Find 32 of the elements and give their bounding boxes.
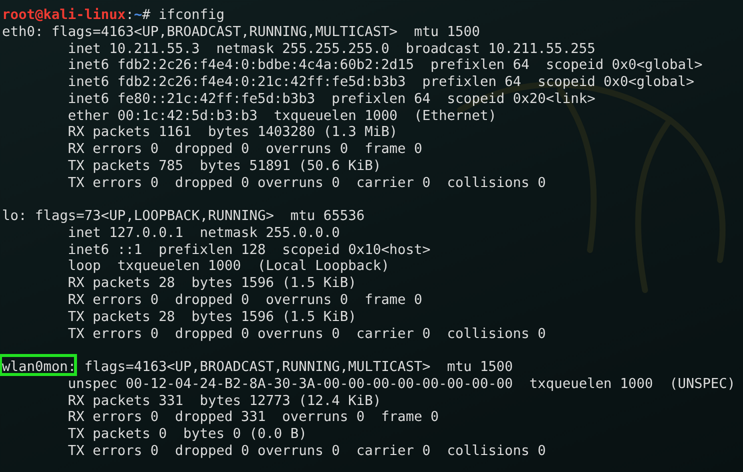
prompt-separator: : — [126, 7, 134, 23]
output-line: TX errors 0 dropped 0 overruns 0 carrier 0 collisions 0 — [66, 326, 547, 342]
interface-flags: flags=4163<UP,BROADCAST,RUNNING,MULTICAST> mtu 1500 — [84, 359, 513, 376]
output-line: unspec 00-12-04-24-B2-8A-30-3A-00-00-00-00-00-00-00-00 txqueuelen 1000 (UNSPEC) — [66, 376, 736, 393]
interface-name: wlan0mon: — [2, 359, 76, 376]
output-line: RX errors 0 dropped 0 overruns 0 frame 0 — [66, 292, 424, 309]
output-line: ether 00:1c:42:5d:b3:b3 txqueuelen 1000 (Ethernet) — [66, 108, 498, 124]
output-line: inet6 ::1 prefixlen 128 scopeid 0x10<host> — [66, 242, 432, 258]
output-line: loop txqueuelen 1000 (Local Loopback) — [66, 258, 390, 276]
interface-name: eth0: — [2, 24, 44, 40]
output-line: RX errors 0 dropped 0 overruns 0 frame 0 — [66, 141, 424, 158]
interface-flags: flags=73<UP,LOOPBACK,RUNNING> mtu 65536 — [34, 208, 365, 224]
command-text: ifconfig — [158, 7, 225, 23]
output-line: RX packets 331 bytes 12773 (12.4 KiB) — [66, 392, 382, 410]
interface-flags: flags=4163<UP,BROADCAST,RUNNING,MULTICAST> mtu 1500 — [51, 24, 480, 40]
output-line: RX packets 1161 bytes 1403280 (1.3 MiB) — [66, 124, 399, 142]
output-line: TX errors 0 dropped 0 overruns 0 carrier 0 collisions 0 — [66, 174, 547, 192]
output-line: inet6 fdb2:2c26:f4e4:0:21c:42ff:fe5d:b3b3 prefixlen 64 scopeid 0x0<global> — [66, 74, 696, 91]
prompt-path: ~ — [134, 7, 142, 23]
interface-name: lo: — [2, 208, 27, 224]
output-line: inet 10.211.55.3 netmask 255.255.255.0 broadcast 10.211.55.255 — [66, 40, 596, 58]
prompt-user-host: root@kali-linux — [2, 7, 126, 23]
output-line: TX errors 0 dropped 0 overruns 0 carrier 0 collisions 0 — [66, 442, 547, 460]
output-line: RX packets 28 bytes 1596 (1.5 KiB) — [66, 275, 358, 292]
output-line: TX packets 0 bytes 0 (0.0 B) — [66, 426, 308, 443]
output-line: inet 127.0.0.1 netmask 255.0.0.0 — [66, 224, 341, 242]
output-line: TX packets 28 bytes 1596 (1.5 KiB) — [66, 308, 358, 326]
output-line: inet6 fdb2:2c26:f4e4:0:bdbe:4c4a:60b2:2d15 prefixlen 64 scopeid 0x0<global> — [66, 57, 704, 74]
prompt-symbol: # — [142, 7, 150, 23]
output-line: TX packets 785 bytes 51891 (50.6 KiB) — [66, 158, 382, 175]
output-line: RX errors 0 dropped 331 overruns 0 frame 0 — [66, 409, 440, 426]
output-line: inet6 fe80::21c:42ff:fe5d:b3b3 prefixlen 64 scopeid 0x20<link> — [66, 90, 596, 108]
